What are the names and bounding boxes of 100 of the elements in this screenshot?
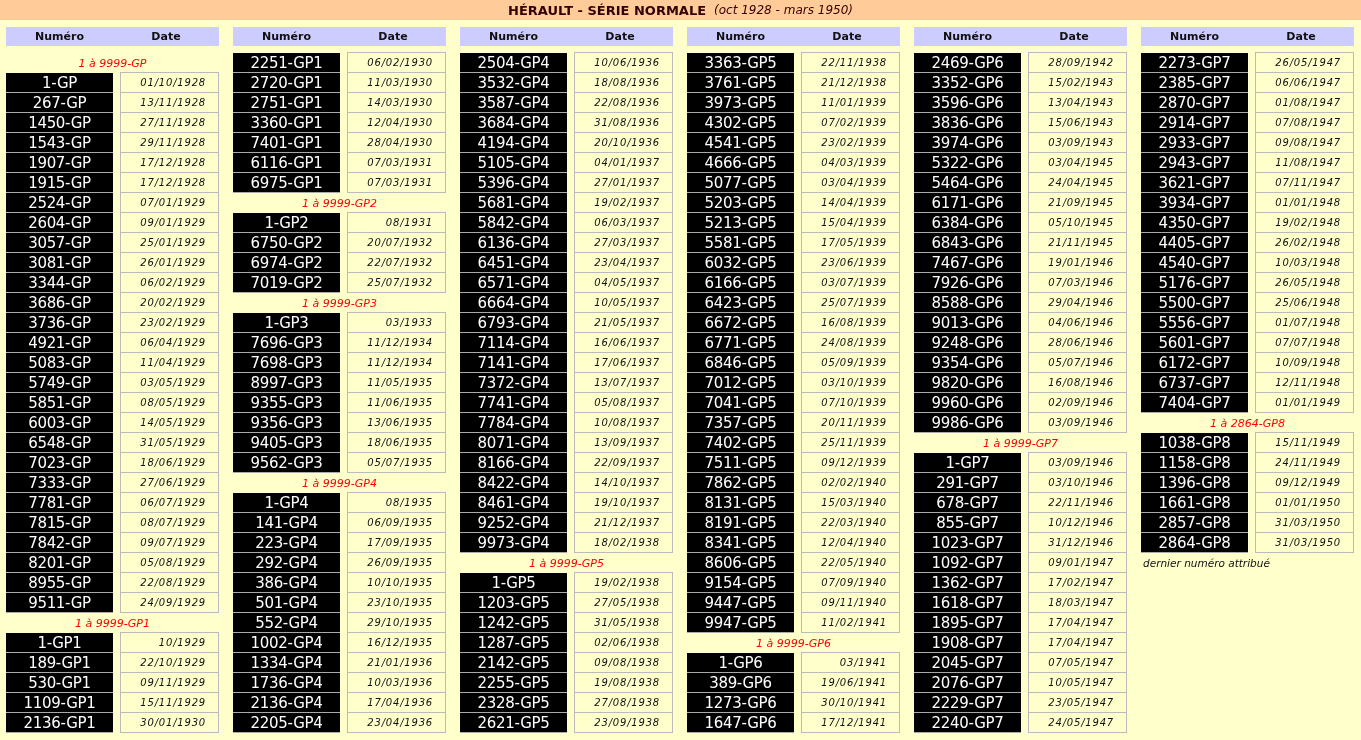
plate-number: 6548-GP	[6, 433, 113, 453]
date-cell: 17/02/1947	[1028, 572, 1127, 593]
plate-number: 8606-GP5	[687, 553, 794, 573]
plate-number: 5851-GP	[6, 393, 113, 413]
date-cell: 21/09/1945	[1028, 192, 1127, 213]
date-heading: Date	[831, 30, 863, 43]
date-cell: 13/07/1937	[574, 372, 673, 393]
number-heading: Numéro	[34, 30, 85, 43]
date-cell: 14/10/1937	[574, 472, 673, 493]
date-cell: 01/01/1950	[1255, 492, 1354, 513]
plate-number: 678-GP7	[914, 493, 1021, 513]
date-cell: 18/06/1929	[120, 452, 219, 473]
plate-number: 1-GP4	[233, 493, 340, 513]
date-cell: 10/05/1947	[1028, 672, 1127, 693]
plate-number: 2251-GP1	[233, 53, 340, 73]
series-range-label: 1 à 9999-GP2	[302, 196, 377, 210]
plate-number: 1-GP2	[233, 213, 340, 233]
plate-number: 9154-GP5	[687, 573, 794, 593]
date-cell: 03/09/1946	[1028, 412, 1127, 433]
date-cell: 28/06/1946	[1028, 332, 1127, 353]
date-cell: 09/01/1947	[1028, 552, 1127, 573]
plate-number: 1450-GP	[6, 113, 113, 133]
date-cell: 16/06/1937	[574, 332, 673, 353]
date-cell: 14/03/1930	[347, 92, 446, 113]
plate-number: 6771-GP5	[687, 333, 794, 353]
plate-number: 5464-GP6	[914, 173, 1021, 193]
date-cell: 22/05/1940	[801, 552, 900, 573]
date-heading: Date	[150, 30, 182, 43]
date-cell: 31/08/1936	[574, 112, 673, 133]
date-cell: 10/12/1946	[1028, 512, 1127, 533]
date-heading: Date	[1058, 30, 1090, 43]
date-cell: 01/01/1948	[1255, 192, 1354, 213]
date-cell: 20/10/1936	[574, 132, 673, 153]
date-cell: 07/02/1939	[801, 112, 900, 133]
date-cell: 06/04/1929	[120, 332, 219, 353]
plate-number: 3081-GP	[6, 253, 113, 273]
date-cell: 16/08/1946	[1028, 372, 1127, 393]
date-cell: 16/08/1939	[801, 312, 900, 333]
date-cell: 07/03/1931	[347, 172, 446, 193]
plate-number: 1895-GP7	[914, 613, 1021, 633]
plate-number: 2205-GP4	[233, 713, 340, 733]
date-cell: 11/03/1930	[347, 72, 446, 93]
plate-number: 5500-GP7	[1141, 293, 1248, 313]
date-cell: 24/09/1929	[120, 592, 219, 613]
date-cell: 08/05/1929	[120, 392, 219, 413]
date-cell: 24/04/1945	[1028, 172, 1127, 193]
plate-number: 9947-GP5	[687, 613, 794, 633]
plate-number: 6172-GP7	[1141, 353, 1248, 373]
date-cell: 21/12/1937	[574, 512, 673, 533]
date-cell: 31/03/1950	[1255, 532, 1354, 553]
date-cell: 25/06/1948	[1255, 292, 1354, 313]
date-cell: 03/1933	[347, 312, 446, 333]
date-cell: 03/04/1939	[801, 172, 900, 193]
date-cell: 27/03/1937	[574, 232, 673, 253]
plate-number: 267-GP	[6, 93, 113, 113]
date-cell: 05/09/1939	[801, 352, 900, 373]
date-cell: 28/04/1930	[347, 132, 446, 153]
plate-number: 3363-GP5	[687, 53, 794, 73]
plate-number: 855-GP7	[914, 513, 1021, 533]
date-cell: 03/10/1939	[801, 372, 900, 393]
plate-number: 2469-GP6	[914, 53, 1021, 73]
date-cell: 07/05/1947	[1028, 652, 1127, 673]
date-cell: 11/05/1935	[347, 372, 446, 393]
plate-number: 7372-GP4	[460, 373, 567, 393]
date-cell: 22/10/1929	[120, 652, 219, 673]
date-cell: 20/02/1929	[120, 292, 219, 313]
date-heading: Date	[377, 30, 409, 43]
date-cell: 19/02/1937	[574, 192, 673, 213]
plate-number: 4350-GP7	[1141, 213, 1248, 233]
plate-number: 3836-GP6	[914, 113, 1021, 133]
date-cell: 26/05/1947	[1255, 52, 1354, 73]
plate-number: 2229-GP7	[914, 693, 1021, 713]
plate-number: 9562-GP3	[233, 453, 340, 473]
plate-number: 3736-GP	[6, 313, 113, 333]
date-cell: 30/10/1941	[801, 692, 900, 713]
plate-number: 2240-GP7	[914, 713, 1021, 733]
plate-number: 7467-GP6	[914, 253, 1021, 273]
plate-number: 141-GP4	[233, 513, 340, 533]
plate-number: 2933-GP7	[1141, 133, 1248, 153]
plate-number: 8341-GP5	[687, 533, 794, 553]
plate-number: 2136-GP1	[6, 713, 113, 733]
date-cell: 07/01/1929	[120, 192, 219, 213]
plate-number: 5322-GP6	[914, 153, 1021, 173]
plate-number: 3974-GP6	[914, 133, 1021, 153]
date-cell: 23/06/1939	[801, 252, 900, 273]
date-cell: 03/09/1946	[1028, 452, 1127, 473]
date-cell: 31/12/1946	[1028, 532, 1127, 553]
date-cell: 29/11/1928	[120, 132, 219, 153]
date-cell: 25/07/1932	[347, 272, 446, 293]
plate-number: 501-GP4	[233, 593, 340, 613]
plate-number: 8422-GP4	[460, 473, 567, 493]
plate-number: 3587-GP4	[460, 93, 567, 113]
date-cell: 17/04/1947	[1028, 612, 1127, 633]
date-cell: 20/11/1939	[801, 412, 900, 433]
plate-number: 6003-GP	[6, 413, 113, 433]
series-range-label: 1 à 9999-GP1	[75, 616, 150, 630]
date-cell: 25/11/1939	[801, 432, 900, 453]
plate-number: 7041-GP5	[687, 393, 794, 413]
date-cell: 12/11/1948	[1255, 372, 1354, 393]
plate-number: 7698-GP3	[233, 353, 340, 373]
